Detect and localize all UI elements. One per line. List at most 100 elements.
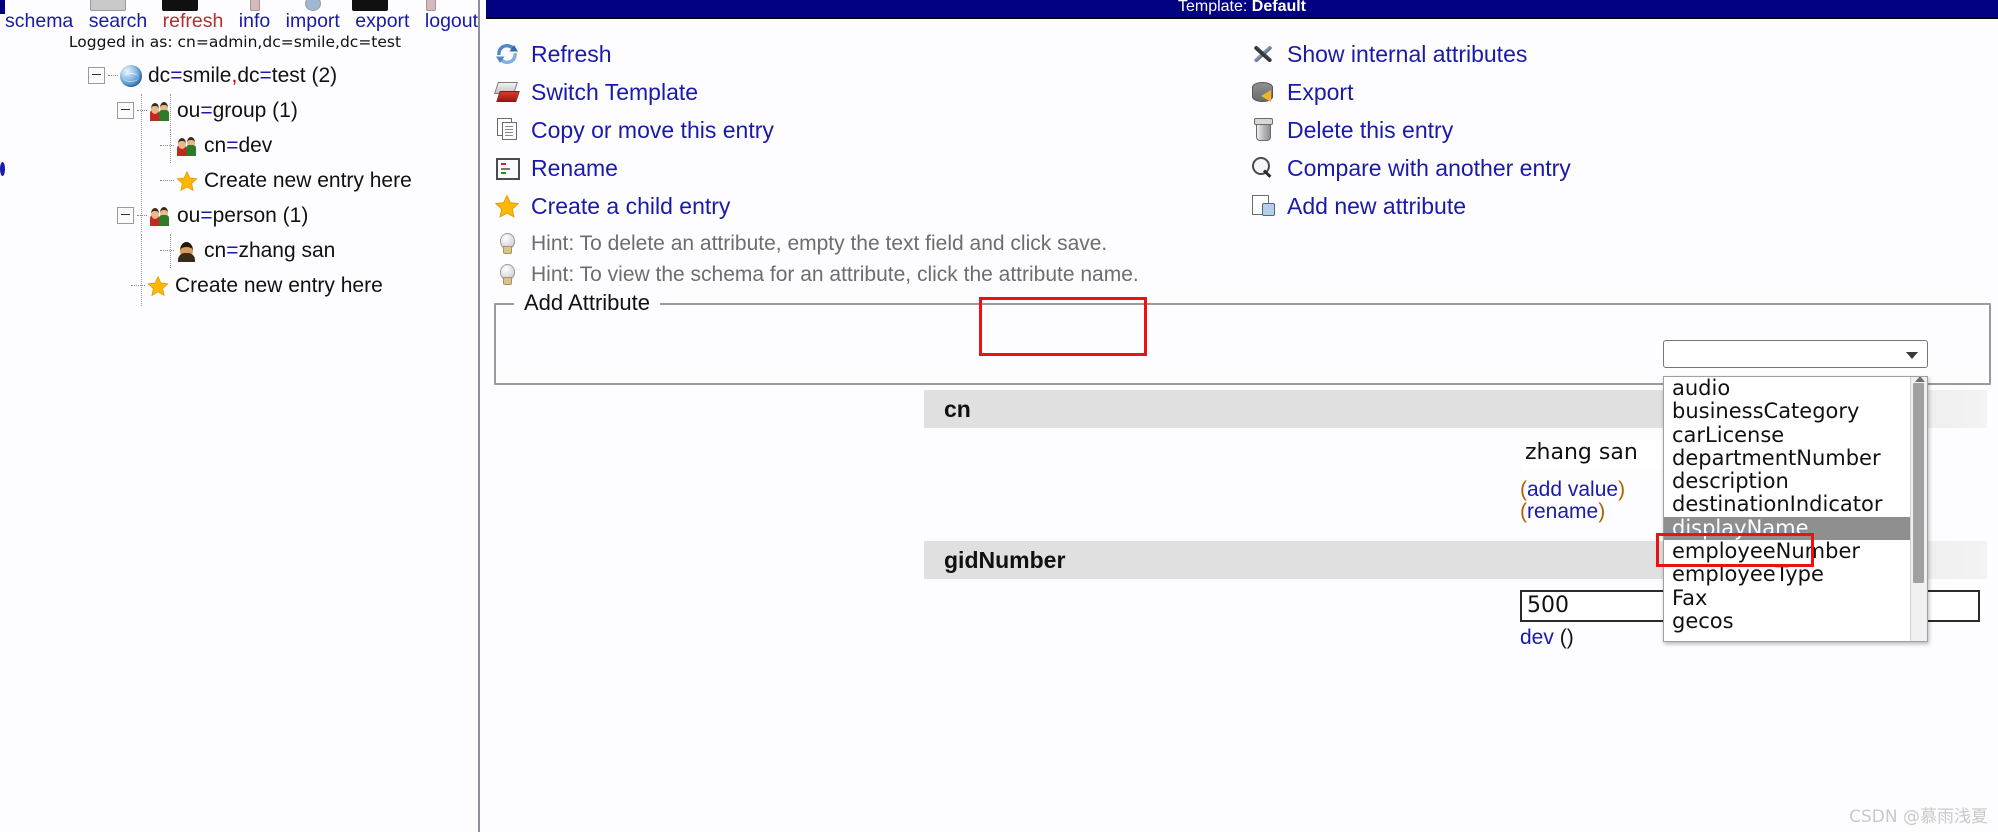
action-delete-entry[interactable]: Delete this entry [1250, 114, 1990, 146]
expander-icon-ou-group[interactable] [117, 102, 134, 119]
tree-connector [108, 74, 118, 77]
action-label[interactable]: Refresh [531, 41, 612, 68]
hint-delete-attribute: Hint: To delete an attribute, empty the … [494, 228, 1214, 259]
group-icon [149, 100, 171, 122]
action-rename[interactable]: Rename [494, 152, 1214, 184]
tree-node-label: ou=group (1) [177, 98, 298, 122]
tree-node-cn-zhang-san[interactable]: cn=zhang san [0, 233, 478, 268]
tree-node-label: dc=smile,dc=test (2) [148, 63, 338, 87]
dropdown-option-businesscategory[interactable]: businessCategory [1664, 399, 1927, 423]
tree-connector [137, 214, 147, 217]
action-label[interactable]: Switch Template [531, 79, 698, 106]
add-value-link[interactable]: add value [1527, 478, 1618, 501]
dropdown-option-fax[interactable]: Fax [1664, 586, 1927, 610]
scrollbar-thumb[interactable] [1913, 383, 1924, 583]
add-attribute-legend: Add Attribute [514, 290, 660, 316]
action-compare-entry[interactable]: Compare with another entry [1250, 152, 1990, 184]
action-switch-template[interactable]: Switch Template [494, 76, 1214, 108]
tree-node-label: Create new entry here [175, 273, 383, 297]
sidebar-nav: schema search refresh info import export… [0, 10, 478, 33]
chevron-down-icon [1906, 352, 1918, 359]
sidebar-toolbar-icons [90, 0, 470, 11]
tree-node-label: ou=person (1) [177, 203, 309, 227]
nav-link-refresh[interactable]: refresh [163, 10, 224, 32]
action-show-internal-attributes[interactable]: Show internal attributes [1250, 38, 1990, 70]
action-copy-or-move[interactable]: Copy or move this entry [494, 114, 1214, 146]
tree-node-root[interactable]: dc=smile,dc=test (2) [0, 58, 478, 93]
person-icon [176, 240, 198, 262]
tree-node-create-entry-group[interactable]: Create new entry here [0, 163, 478, 198]
globe-icon [120, 64, 142, 87]
tree-node-ou-person[interactable]: ou=person (1) [0, 198, 478, 233]
entry-actions-right: Show internal attributes Export Delete t… [1250, 38, 1990, 228]
tree-connector [137, 109, 147, 112]
tree-connector [160, 249, 174, 252]
attribute-select[interactable] [1663, 340, 1928, 368]
magnifier-icon [1250, 155, 1276, 181]
expander-icon-root[interactable] [88, 67, 105, 84]
group-icon [149, 205, 171, 227]
rename-link[interactable]: rename [1527, 500, 1598, 523]
dropdown-option-employeenumber[interactable]: employeeNumber [1664, 539, 1927, 563]
action-label[interactable]: Export [1287, 79, 1353, 106]
action-label[interactable]: Copy or move this entry [531, 117, 774, 144]
scroll-up-arrow-icon[interactable] [1915, 377, 1925, 382]
attribute-name[interactable]: cn [944, 396, 971, 423]
tree-node-ou-group[interactable]: ou=group (1) [0, 93, 478, 128]
template-value: Default [1251, 0, 1307, 15]
template-label: Template: [1177, 0, 1252, 15]
nav-link-schema[interactable]: schema [5, 10, 73, 32]
nav-link-logout[interactable]: logout [425, 10, 478, 32]
nav-link-info[interactable]: info [239, 10, 270, 32]
action-add-new-attribute[interactable]: Add new attribute [1250, 190, 1990, 222]
dropdown-option-gecos[interactable]: gecos [1664, 609, 1927, 633]
action-create-child-entry[interactable]: Create a child entry [494, 190, 1214, 222]
logged-in-as-label: Logged in as: cn=admin,dc=smile,dc=test [68, 33, 402, 51]
tree-connector [160, 144, 174, 147]
sidebar-panel: schema search refresh info import export… [0, 0, 480, 832]
tree-node-create-entry-root[interactable]: Create new entry here [0, 268, 478, 303]
rename-icon [494, 155, 520, 181]
gidnumber-group-name[interactable]: dev [1520, 626, 1554, 649]
expander-icon-ou-person[interactable] [117, 207, 134, 224]
cn-add-value-link: (add value) [1520, 478, 1626, 501]
ldap-tree: dc=smile,dc=test (2) ou=group (1) cn=dev [0, 58, 478, 306]
refresh-icon [494, 41, 520, 67]
dropdown-option-carlicense[interactable]: carLicense [1664, 423, 1927, 447]
dropdown-option-description[interactable]: description [1664, 469, 1927, 493]
star-icon [494, 193, 520, 219]
dropdown-option-employeetype[interactable]: employeeType [1664, 563, 1927, 587]
dropdown-option-destinationindicator[interactable]: destinationIndicator [1664, 493, 1927, 517]
copy-icon [494, 117, 520, 143]
action-label[interactable]: Create a child entry [531, 193, 730, 220]
action-label[interactable]: Compare with another entry [1287, 155, 1571, 182]
add-attr-icon [1250, 193, 1276, 219]
action-label[interactable]: Delete this entry [1287, 117, 1453, 144]
dropdown-scrollbar[interactable] [1910, 377, 1927, 641]
nav-link-search[interactable]: search [89, 10, 148, 32]
action-export[interactable]: Export [1250, 76, 1990, 108]
cn-rename-link: (rename) [1520, 500, 1606, 523]
template-icon [494, 79, 520, 105]
edge-chip-lower [0, 300, 5, 340]
watermark: CSDN @慕雨浅夏 [1849, 807, 1988, 827]
action-refresh[interactable]: Refresh [494, 38, 1214, 70]
action-label[interactable]: Rename [531, 155, 618, 182]
action-label[interactable]: Add new attribute [1287, 193, 1466, 220]
nav-link-export[interactable]: export [355, 10, 409, 32]
attribute-name[interactable]: gidNumber [944, 547, 1065, 574]
attribute-dropdown-list[interactable]: audio businessCategory carLicense depart… [1663, 376, 1928, 642]
tree-node-cn-dev[interactable]: cn=dev [0, 128, 478, 163]
tools-icon [1250, 41, 1276, 67]
tree-connector [160, 179, 174, 182]
dropdown-option-displayname[interactable]: displayName [1664, 516, 1927, 541]
tree-node-label: Create new entry here [204, 168, 412, 192]
action-label[interactable]: Show internal attributes [1287, 41, 1527, 68]
dropdown-option-audio[interactable]: audio [1664, 377, 1927, 400]
nav-link-import[interactable]: import [286, 10, 340, 32]
hint-text: Hint: To delete an attribute, empty the … [531, 231, 1108, 255]
group-icon [176, 135, 198, 157]
gidnumber-resolved-label: dev () [1520, 626, 1574, 650]
dropdown-option-departmentnumber[interactable]: departmentNumber [1664, 446, 1927, 470]
hint-text: Hint: To view the schema for an attribut… [531, 262, 1139, 286]
